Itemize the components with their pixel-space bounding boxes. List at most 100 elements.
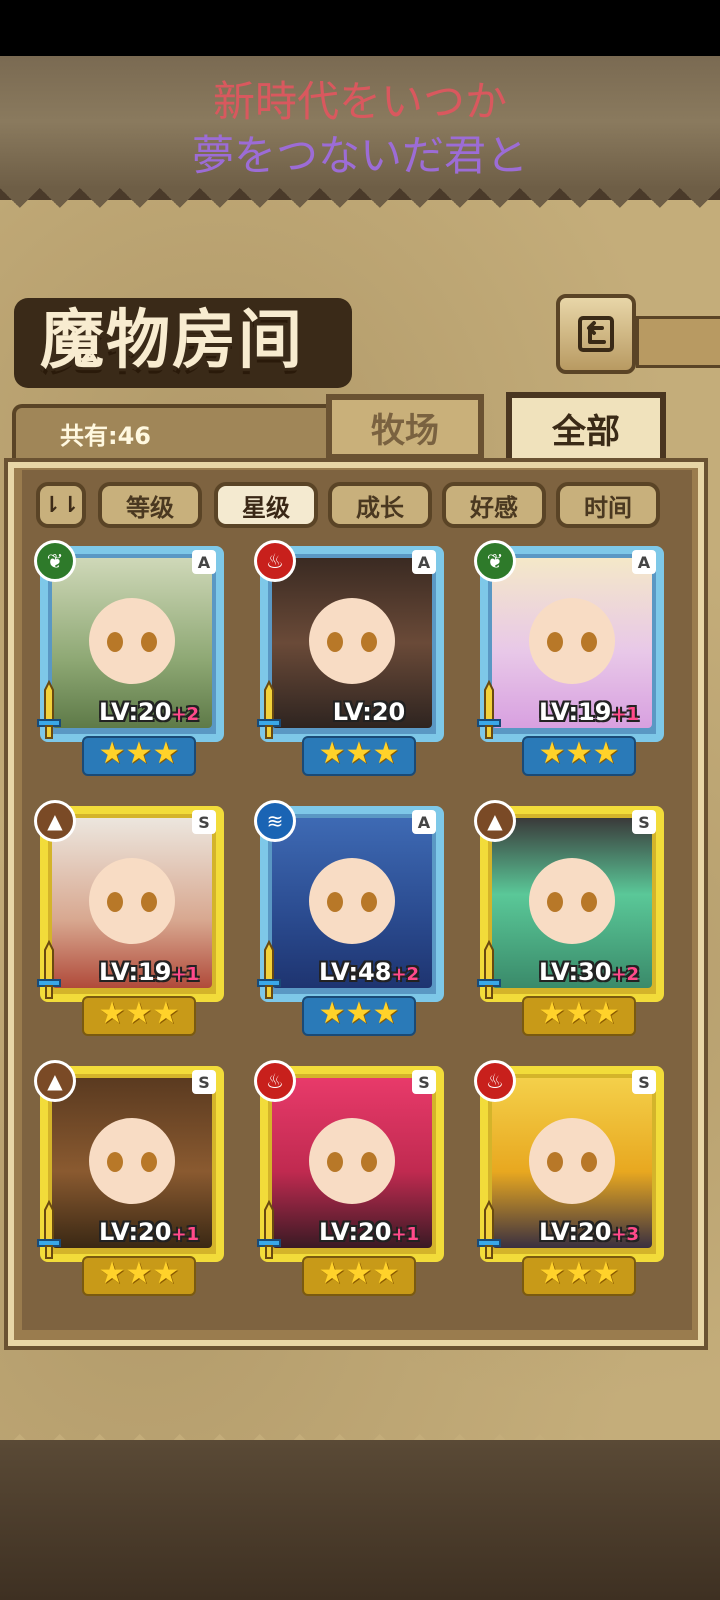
monster-card[interactable]: A ❦ LV:19+1 ★ ★ ★ bbox=[474, 540, 664, 776]
level-value: LV:48 bbox=[318, 958, 392, 986]
monster-face bbox=[89, 858, 175, 944]
level-value: LV:20 bbox=[98, 698, 172, 726]
monster-level: LV:30+2 bbox=[514, 958, 664, 986]
level-value: LV:30 bbox=[538, 958, 612, 986]
sword-icon bbox=[37, 1200, 61, 1259]
monster-count: 共有:46 bbox=[60, 422, 151, 450]
level-bonus: +1 bbox=[611, 704, 640, 725]
sort-level-button[interactable]: 等级 bbox=[98, 482, 202, 528]
sort-time-button[interactable]: 时间 bbox=[556, 482, 660, 528]
monster-face bbox=[309, 1118, 395, 1204]
star-icon: ★ bbox=[98, 996, 126, 1031]
tab-farm[interactable]: 牧场 bbox=[326, 394, 484, 460]
sword-icon bbox=[477, 940, 501, 999]
sword-icon bbox=[257, 940, 281, 999]
back-rail bbox=[636, 316, 720, 368]
level-bonus: +1 bbox=[391, 1224, 420, 1245]
monster-face bbox=[309, 858, 395, 944]
star-icon: ★ bbox=[125, 736, 153, 771]
star-icon: ★ bbox=[372, 1256, 400, 1291]
star-rating: ★ ★ ★ bbox=[82, 736, 196, 776]
monster-level: LV:19+1 bbox=[74, 958, 224, 986]
star-rating: ★ ★ ★ bbox=[302, 1256, 416, 1296]
monster-card[interactable]: A ≋ LV:48+2 ★ ★ ★ bbox=[254, 800, 444, 1036]
star-rating: ★ ★ ★ bbox=[522, 736, 636, 776]
rank-badge: A bbox=[412, 810, 436, 834]
star-icon: ★ bbox=[318, 1256, 346, 1291]
earth-element-icon: ▲ bbox=[34, 800, 76, 842]
monster-face bbox=[89, 598, 175, 684]
level-value: LV:20 bbox=[538, 1218, 612, 1246]
monster-card[interactable]: S ♨ LV:20+3 ★ ★ ★ bbox=[474, 1060, 664, 1296]
star-icon: ★ bbox=[538, 996, 566, 1031]
back-button[interactable] bbox=[556, 294, 636, 374]
monster-card[interactable]: S ▲ LV:19+1 ★ ★ ★ bbox=[34, 800, 224, 1036]
bottom-map bbox=[0, 1440, 720, 1600]
grass-element-icon: ❦ bbox=[34, 540, 76, 582]
monster-card[interactable]: A ❦ LV:20+2 ★ ★ ★ bbox=[34, 540, 224, 776]
level-bonus: +1 bbox=[171, 964, 200, 985]
star-icon: ★ bbox=[125, 996, 153, 1031]
monster-level: LV:20+2 bbox=[74, 698, 224, 726]
star-icon: ★ bbox=[152, 736, 180, 771]
sort-order-toggle[interactable]: ⇂⇂ bbox=[36, 482, 86, 528]
star-icon: ★ bbox=[565, 736, 593, 771]
sort-growth-button[interactable]: 成长 bbox=[328, 482, 432, 528]
star-icon: ★ bbox=[372, 736, 400, 771]
monster-level: LV:20+3 bbox=[514, 1218, 664, 1246]
monster-card[interactable]: S ▲ LV:20+1 ★ ★ ★ bbox=[34, 1060, 224, 1296]
tab-all[interactable]: 全部 bbox=[506, 392, 666, 464]
water-element-icon: ≋ bbox=[254, 800, 296, 842]
star-icon: ★ bbox=[152, 1256, 180, 1291]
banner-line-1: 新時代をいつか bbox=[212, 77, 507, 126]
monster-level: LV:19+1 bbox=[514, 698, 664, 726]
level-value: LV:20 bbox=[98, 1218, 172, 1246]
level-value: LV:20 bbox=[318, 1218, 392, 1246]
monster-card[interactable]: S ▲ LV:30+2 ★ ★ ★ bbox=[474, 800, 664, 1036]
monster-face bbox=[529, 1118, 615, 1204]
rank-badge: S bbox=[632, 1070, 656, 1094]
star-rating: ★ ★ ★ bbox=[522, 996, 636, 1036]
rank-badge: S bbox=[632, 810, 656, 834]
rank-badge: S bbox=[412, 1070, 436, 1094]
star-icon: ★ bbox=[98, 1256, 126, 1291]
earth-element-icon: ▲ bbox=[474, 800, 516, 842]
level-bonus: +2 bbox=[611, 964, 640, 985]
sort-affection-button[interactable]: 好感 bbox=[442, 482, 546, 528]
sort-star-button[interactable]: 星级 bbox=[214, 482, 318, 528]
star-icon: ★ bbox=[125, 1256, 153, 1291]
sort-order-icon: ⇂⇂ bbox=[42, 492, 80, 518]
level-value: LV:19 bbox=[538, 698, 612, 726]
monster-level: LV:48+2 bbox=[294, 958, 444, 986]
fire-element-icon: ♨ bbox=[474, 1060, 516, 1102]
fire-element-icon: ♨ bbox=[254, 1060, 296, 1102]
level-value: LV:19 bbox=[98, 958, 172, 986]
status-bar bbox=[0, 0, 720, 56]
fire-element-icon: ♨ bbox=[254, 540, 296, 582]
banner-line-2: 夢をつないだ君と bbox=[191, 131, 528, 180]
monster-face bbox=[89, 1118, 175, 1204]
star-rating: ★ ★ ★ bbox=[302, 996, 416, 1036]
rank-badge: A bbox=[632, 550, 656, 574]
monster-card[interactable]: A ♨ LV:20 ★ ★ ★ bbox=[254, 540, 444, 776]
sword-icon bbox=[477, 680, 501, 739]
sword-icon bbox=[257, 1200, 281, 1259]
level-bonus: +3 bbox=[611, 1224, 640, 1245]
star-icon: ★ bbox=[345, 736, 373, 771]
star-icon: ★ bbox=[318, 736, 346, 771]
star-icon: ★ bbox=[98, 736, 126, 771]
monster-face bbox=[309, 598, 395, 684]
rank-badge: S bbox=[192, 810, 216, 834]
star-icon: ★ bbox=[592, 1256, 620, 1291]
star-rating: ★ ★ ★ bbox=[302, 736, 416, 776]
star-icon: ★ bbox=[345, 996, 373, 1031]
monster-card[interactable]: S ♨ LV:20+1 ★ ★ ★ bbox=[254, 1060, 444, 1296]
star-icon: ★ bbox=[345, 1256, 373, 1291]
grass-element-icon: ❦ bbox=[474, 540, 516, 582]
sword-icon bbox=[477, 1200, 501, 1259]
star-icon: ★ bbox=[318, 996, 346, 1031]
star-icon: ★ bbox=[592, 996, 620, 1031]
star-rating: ★ ★ ★ bbox=[522, 1256, 636, 1296]
rank-badge: A bbox=[192, 550, 216, 574]
monster-level: LV:20+1 bbox=[74, 1218, 224, 1246]
